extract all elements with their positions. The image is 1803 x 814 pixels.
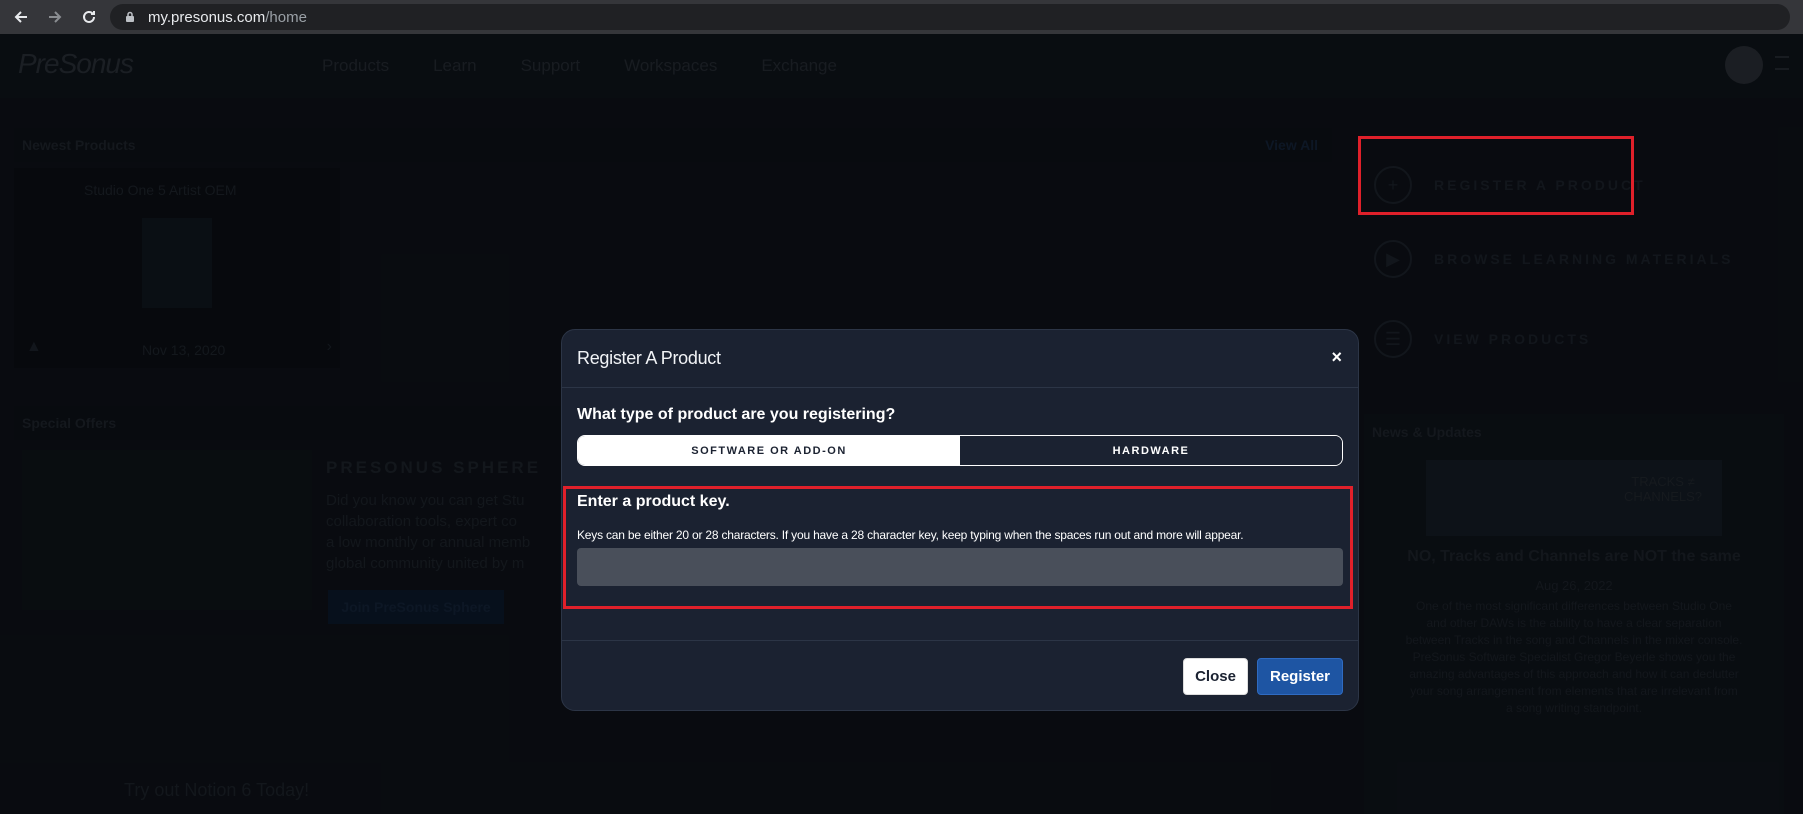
option-hardware[interactable]: HARDWARE: [960, 436, 1342, 465]
close-icon[interactable]: ×: [1331, 347, 1342, 368]
product-type-toggle: SOFTWARE OR ADD-ON HARDWARE: [577, 435, 1343, 466]
reload-button[interactable]: [76, 4, 102, 30]
footer-divider: [562, 640, 1358, 641]
close-button[interactable]: Close: [1183, 658, 1248, 695]
product-type-question: What type of product are you registering…: [577, 406, 896, 423]
highlight-register-product: [1358, 136, 1634, 215]
modal-title: Register A Product: [577, 348, 721, 368]
modal-header: Register A Product ×: [562, 330, 1358, 388]
lock-icon: [126, 11, 134, 22]
forward-button[interactable]: [42, 4, 68, 30]
register-button[interactable]: Register: [1257, 658, 1343, 695]
address-bar[interactable]: my.presonus.com/home: [110, 4, 1790, 30]
browser-toolbar: my.presonus.com/home: [0, 0, 1803, 34]
option-software[interactable]: SOFTWARE OR ADD-ON: [578, 436, 960, 465]
arrow-right-icon: [49, 11, 62, 23]
reload-icon: [83, 10, 95, 23]
back-button[interactable]: [8, 4, 34, 30]
highlight-product-key: [563, 486, 1353, 609]
arrow-left-icon: [14, 11, 27, 23]
url-text: my.presonus.com/home: [148, 8, 307, 26]
